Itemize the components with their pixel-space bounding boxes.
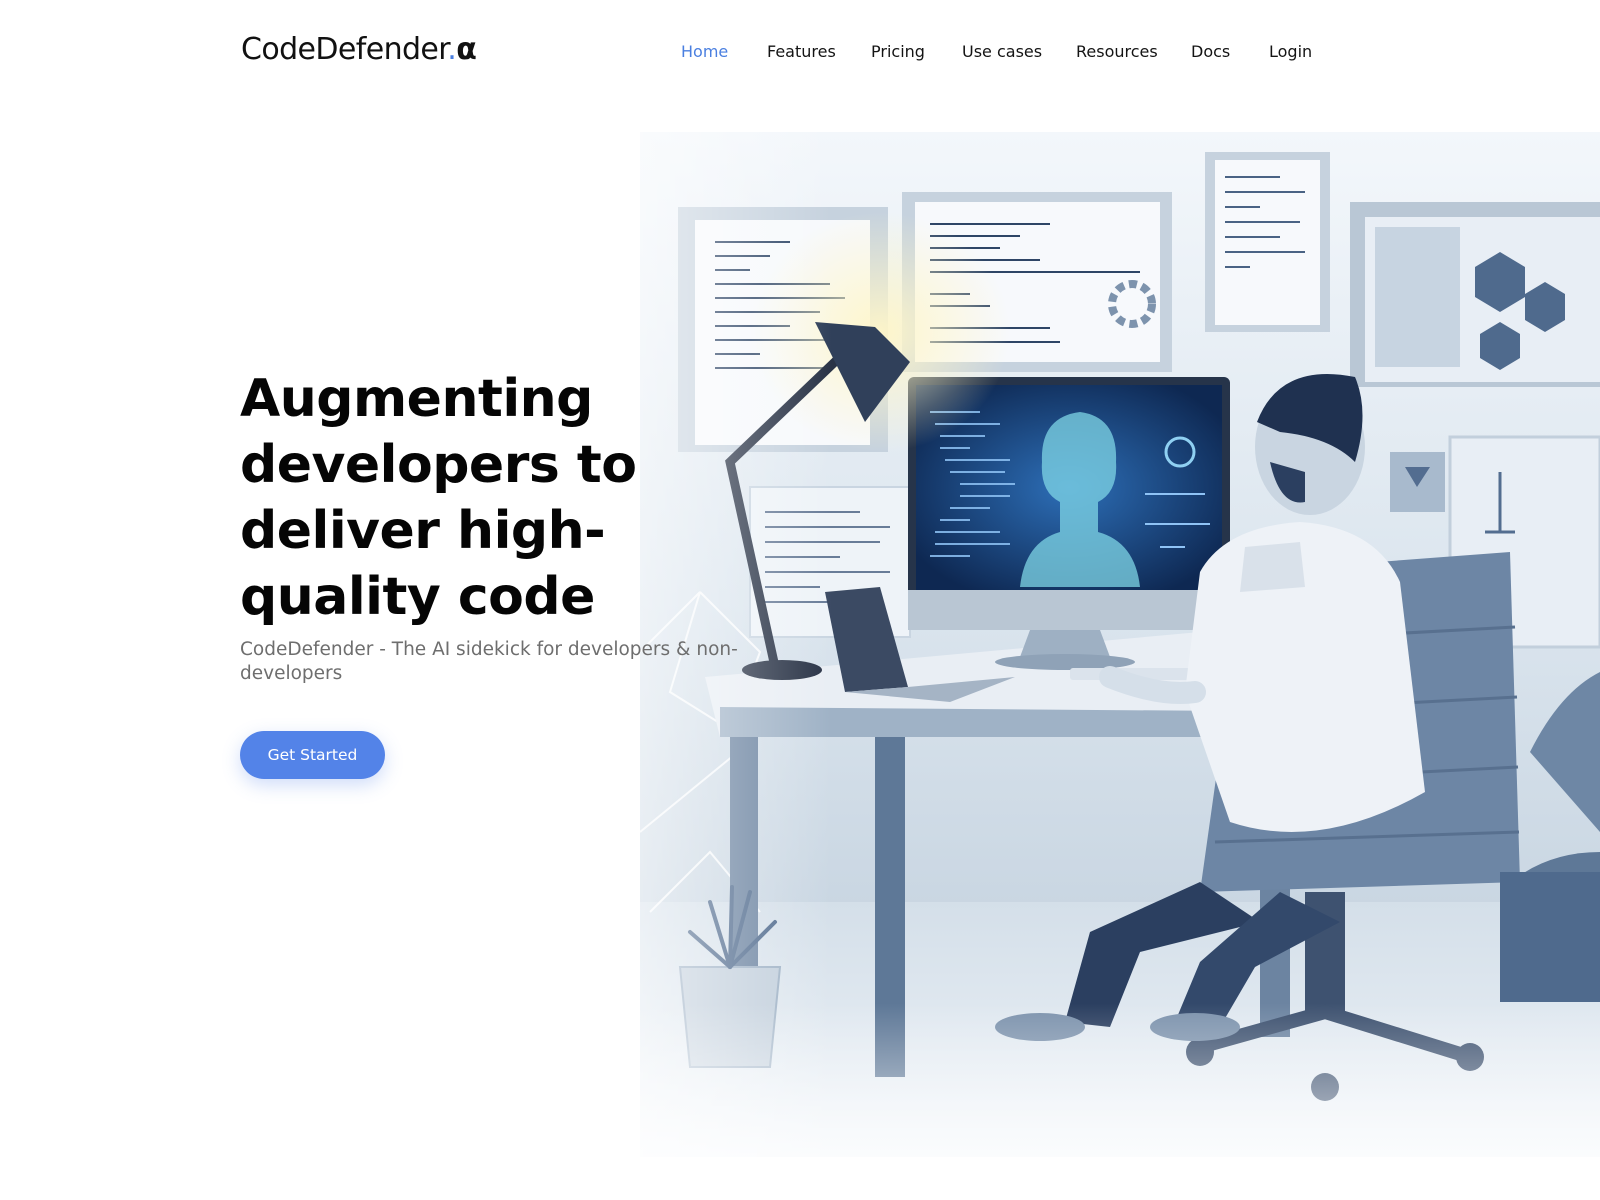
nav-login[interactable]: Login [1269,40,1312,64]
hero-subtitle: CodeDefender - The AI sidekick for devel… [240,639,738,684]
nav-home[interactable]: Home [681,40,728,64]
brand-name: CodeDefender [241,32,448,67]
hero-headline: Augmenting developers to deliver high-qu… [240,369,637,627]
nav-use-cases[interactable]: Use cases [962,40,1042,64]
brand-logo[interactable]: CodeDefender.α [241,30,477,70]
developer-desk-illustration [640,132,1600,1157]
nav-resources[interactable]: Resources [1076,40,1158,64]
nav-pricing[interactable]: Pricing [871,40,925,64]
brand-alpha-badge: α [456,32,477,67]
hero-illustration [640,132,1600,1157]
get-started-button[interactable]: Get Started [240,731,385,779]
nav-docs[interactable]: Docs [1191,40,1230,64]
nav-features[interactable]: Features [767,40,836,64]
brand-dot: . [447,32,457,67]
